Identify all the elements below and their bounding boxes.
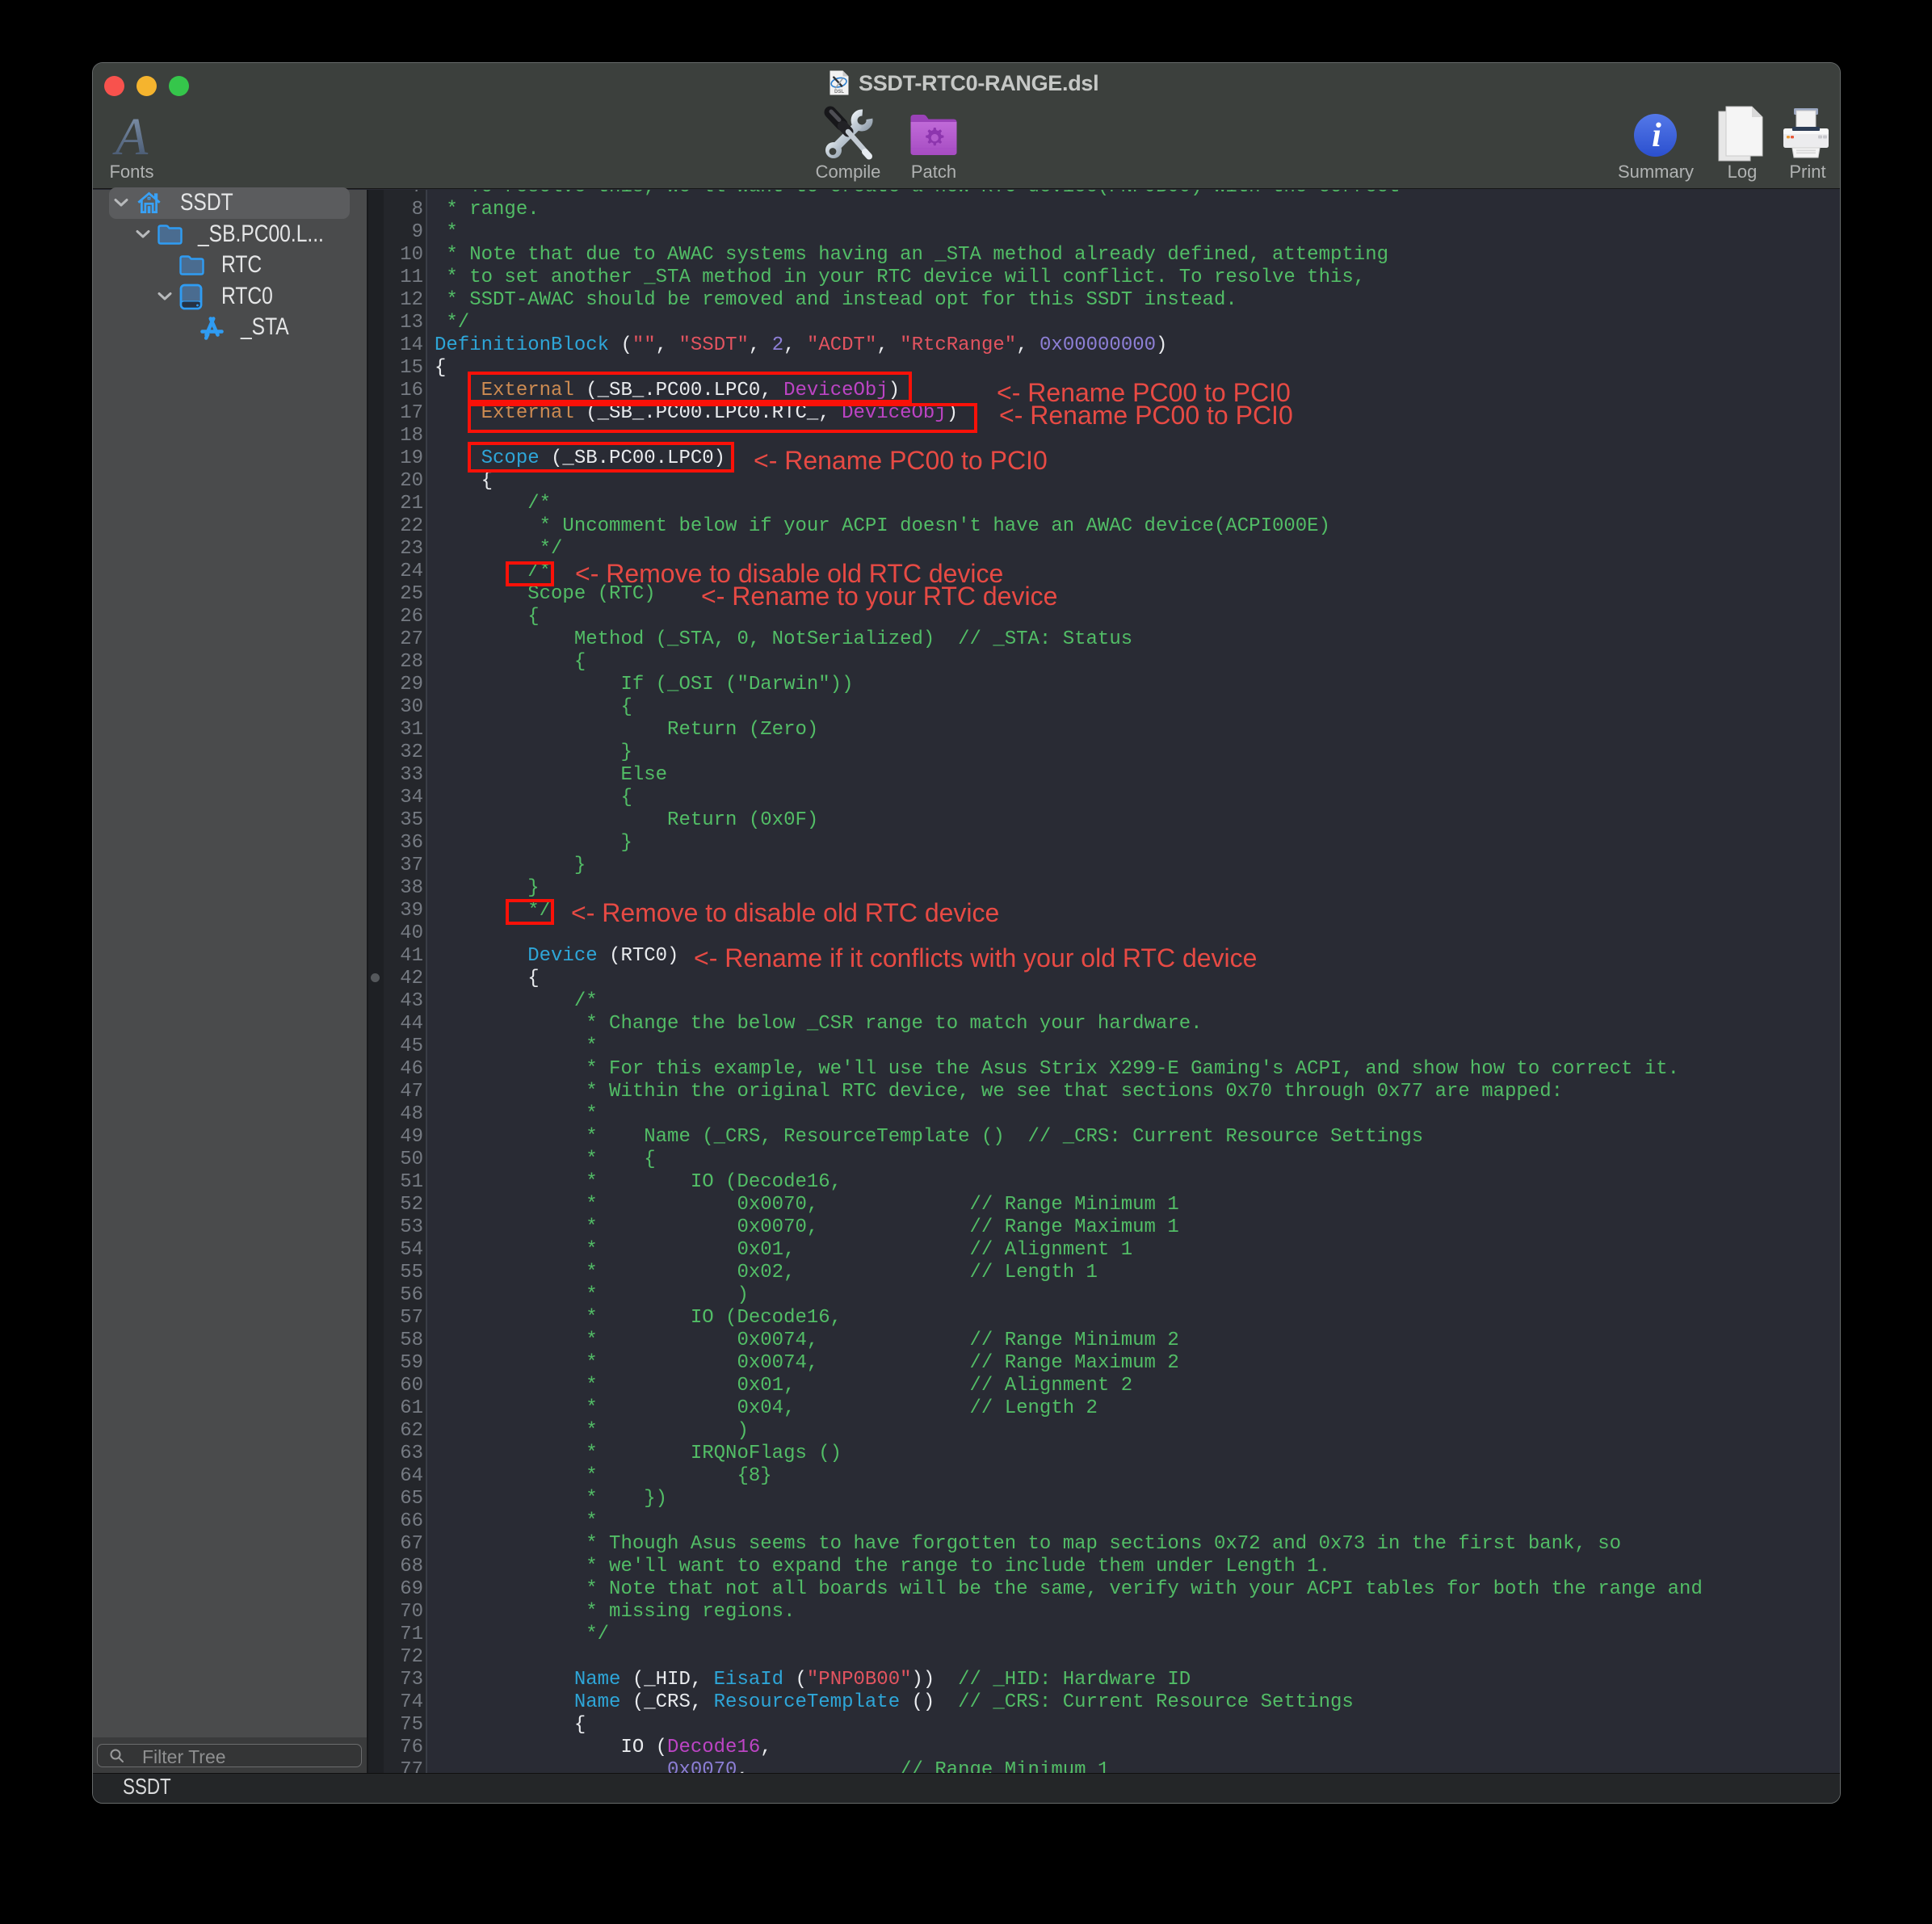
svg-text:DSL: DSL (834, 90, 844, 95)
svg-text:i: i (1652, 117, 1661, 154)
svg-text:A: A (112, 116, 149, 159)
